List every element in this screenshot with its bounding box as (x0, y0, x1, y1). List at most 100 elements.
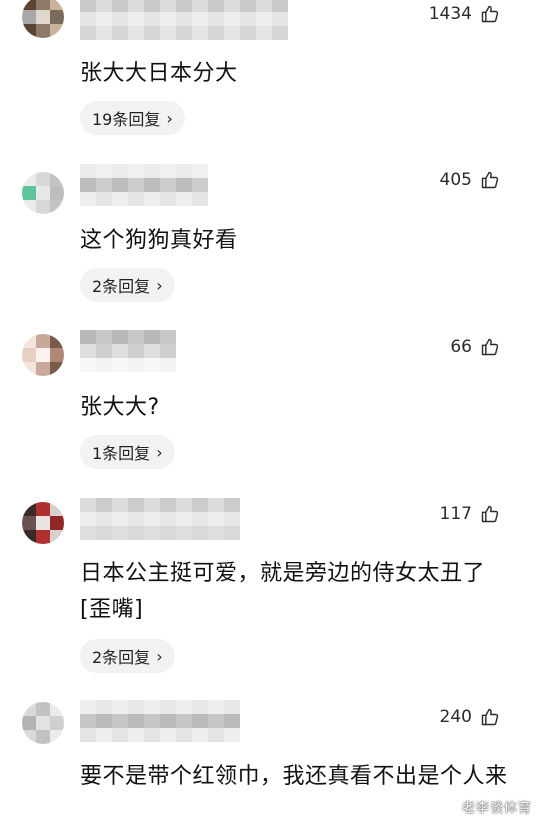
avatar-mosaic-cell (22, 530, 36, 544)
avatar-mosaic-cell (50, 730, 64, 744)
name-mosaic-cell (80, 498, 96, 512)
avatar[interactable] (22, 172, 64, 214)
replies-button[interactable]: 19条回复 › (80, 101, 185, 135)
name-mosaic-cell (176, 12, 192, 26)
name-mosaic-cell (160, 700, 176, 714)
name-mosaic-cell (80, 0, 96, 12)
like-control[interactable]: 66 (450, 334, 500, 360)
name-mosaic-cell (80, 526, 96, 540)
name-mosaic-cell (208, 12, 224, 26)
avatar-mosaic-cell (22, 730, 36, 744)
name-mosaic-cell (80, 12, 96, 26)
avatar[interactable] (22, 702, 64, 744)
like-count: 117 (439, 504, 472, 524)
like-control[interactable]: 117 (440, 501, 500, 527)
name-mosaic-cell (128, 178, 144, 192)
replies-button[interactable]: 2条回复 › (80, 639, 175, 673)
avatar-mosaic-cell (36, 172, 50, 186)
name-mosaic-cell (96, 358, 112, 372)
avatar[interactable] (22, 334, 64, 376)
name-mosaic-cell (240, 26, 256, 40)
name-mosaic-cell (272, 12, 288, 26)
name-mosaic-cell (192, 12, 208, 26)
name-mosaic-cell (144, 330, 160, 344)
like-control[interactable]: 1434 (429, 1, 500, 27)
thumbs-up-icon[interactable] (480, 504, 500, 524)
name-mosaic-cell (160, 12, 176, 26)
name-mosaic-cell (176, 0, 192, 12)
avatar-mosaic-cell (22, 200, 36, 214)
name-mosaic-cell (224, 512, 240, 526)
name-mosaic-cell (128, 164, 144, 178)
thumbs-up-icon[interactable] (480, 170, 500, 190)
username-redacted[interactable] (80, 164, 208, 208)
name-mosaic-cell (80, 700, 96, 714)
avatar-mosaic-cell (50, 10, 64, 24)
avatar-mosaic-cell (50, 702, 64, 716)
avatar-mosaic-cell (36, 502, 50, 516)
replies-button[interactable]: 1条回复 › (80, 435, 175, 469)
name-mosaic-cell (192, 0, 208, 12)
thumbs-up-icon[interactable] (480, 337, 500, 357)
name-mosaic-cell (128, 0, 144, 12)
thumbs-up-icon[interactable] (480, 707, 500, 727)
username-redacted[interactable] (80, 700, 240, 744)
username-redacted[interactable] (80, 330, 176, 374)
name-mosaic-cell (224, 498, 240, 512)
avatar[interactable] (22, 502, 64, 544)
comment-text: 日本公主挺可爱，就是旁边的侍女太丑了[歪嘴] (80, 561, 486, 622)
name-mosaic-cell (112, 330, 128, 344)
name-mosaic-cell (128, 728, 144, 742)
like-control[interactable]: 405 (440, 167, 500, 193)
name-mosaic-cell (192, 164, 208, 178)
name-mosaic-cell (192, 728, 208, 742)
avatar-mosaic-cell (22, 716, 36, 730)
name-mosaic-cell (256, 12, 272, 26)
avatar[interactable] (22, 0, 64, 38)
name-mosaic-cell (144, 728, 160, 742)
name-mosaic-cell (144, 700, 160, 714)
username-redacted[interactable] (80, 498, 240, 542)
name-mosaic-cell (192, 192, 208, 206)
name-mosaic-cell (80, 512, 96, 526)
name-mosaic-cell (160, 192, 176, 206)
like-count: 66 (450, 337, 472, 357)
name-mosaic-cell (224, 728, 240, 742)
avatar-mosaic-cell (22, 334, 36, 348)
avatar-mosaic-cell (22, 172, 36, 186)
name-mosaic-cell (224, 700, 240, 714)
name-mosaic-cell (96, 498, 112, 512)
name-mosaic-cell (80, 728, 96, 742)
name-mosaic-cell (192, 498, 208, 512)
replies-button[interactable]: 2条回复 › (80, 268, 175, 302)
name-mosaic-cell (112, 344, 128, 358)
name-mosaic-cell (208, 26, 224, 40)
avatar-mosaic-cell (50, 0, 64, 10)
comment-text: 张大大日本分大 (80, 61, 238, 86)
name-mosaic-cell (160, 714, 176, 728)
name-mosaic-cell (176, 714, 192, 728)
name-mosaic-cell (144, 164, 160, 178)
name-mosaic-cell (176, 526, 192, 540)
avatar-mosaic-cell (22, 186, 36, 200)
thumbs-up-icon[interactable] (480, 4, 500, 24)
name-mosaic-cell (144, 178, 160, 192)
name-mosaic-cell (128, 498, 144, 512)
name-mosaic-cell (96, 178, 112, 192)
name-mosaic-cell (160, 0, 176, 12)
name-mosaic-cell (192, 178, 208, 192)
name-mosaic-cell (112, 178, 128, 192)
name-mosaic-cell (80, 714, 96, 728)
avatar-mosaic-cell (36, 24, 50, 38)
name-mosaic-cell (144, 358, 160, 372)
avatar-mosaic-cell (50, 516, 64, 530)
name-mosaic-cell (224, 0, 240, 12)
like-control[interactable]: 240 (440, 704, 500, 730)
username-redacted[interactable] (80, 0, 288, 42)
avatar-mosaic-cell (50, 362, 64, 376)
name-mosaic-cell (160, 164, 176, 178)
name-mosaic-cell (112, 714, 128, 728)
name-mosaic-cell (160, 728, 176, 742)
name-mosaic-cell (176, 178, 192, 192)
name-mosaic-cell (112, 526, 128, 540)
